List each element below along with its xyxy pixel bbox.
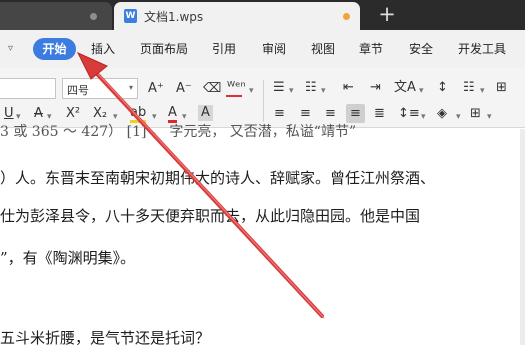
- grow-font-icon[interactable]: A⁺: [148, 81, 164, 97]
- document-text-line: ）人。东晋末至南朝宋初期伟大的诗人、辞赋家。曾任江州祭酒、: [0, 169, 436, 187]
- chevron-down-icon[interactable]: ▿: [8, 43, 13, 54]
- tab-status-dot: [90, 13, 97, 20]
- vertical-scrollbar[interactable]: [520, 129, 525, 345]
- document-text-line: 仕为彭泽县令，八十多天便弃职而去，从此归隐田园。他是中国: [0, 207, 421, 225]
- table-tools-icon[interactable]: ⊞: [496, 80, 507, 96]
- chevron-down-icon[interactable]: ▾: [487, 109, 492, 125]
- chevron-down-icon: ▾: [128, 83, 133, 92]
- toolbar-separator: [263, 80, 264, 122]
- shrink-font-icon[interactable]: A⁻: [176, 81, 192, 97]
- align-left-icon[interactable]: ≡: [274, 106, 285, 122]
- sort-icon[interactable]: ↕: [437, 80, 448, 96]
- distributed-align-icon[interactable]: ≣: [374, 106, 385, 122]
- tab-bar: W 文档1.wps +: [0, 0, 525, 30]
- chevron-down-icon[interactable]: ▾: [419, 83, 424, 99]
- menu-home[interactable]: 开始: [33, 38, 76, 60]
- new-tab-button[interactable]: +: [376, 3, 398, 25]
- numbered-list-icon[interactable]: ☷: [305, 80, 317, 96]
- chevron-down-icon[interactable]: ▾: [421, 109, 426, 125]
- menu-page-layout[interactable]: 页面布局: [140, 40, 188, 57]
- formatting-toolbar: 四号 ▾ A⁺ A⁻ ⌫ ᵂᵉⁿ ▾ ☰ ▾ ☷ ▾ ⇤ ⇥ 文A ▾ ↕ ☷ …: [0, 68, 525, 128]
- chevron-down-icon[interactable]: ▾: [249, 83, 254, 99]
- menu-section[interactable]: 章节: [359, 40, 383, 57]
- document-heading-line: 五斗米折腰，是气节还是托词？: [0, 329, 211, 345]
- decrease-indent-icon[interactable]: ⇤: [343, 80, 354, 96]
- menu-insert[interactable]: 插入: [91, 40, 115, 57]
- align-justify-icon[interactable]: ≡: [350, 106, 361, 122]
- bullet-list-icon[interactable]: ☰: [273, 80, 285, 96]
- char-shading-icon[interactable]: A: [198, 105, 213, 121]
- pinyin-underline: [226, 95, 242, 97]
- chevron-down-icon[interactable]: ▾: [321, 83, 326, 99]
- document-canvas[interactable]: 3 或 365 ～ 427） [1] ， 字元亮， 又否潜，私谥“靖节” ）人。…: [0, 124, 525, 345]
- clear-format-icon[interactable]: ⌫: [203, 81, 221, 97]
- line-spacing-icon[interactable]: ↕≡: [398, 106, 420, 122]
- font-size-select[interactable]: 四号 ▾: [62, 78, 138, 99]
- increase-indent-icon[interactable]: ⇥: [370, 80, 381, 96]
- chevron-down-icon[interactable]: ▾: [480, 83, 485, 99]
- unsaved-indicator-icon: [343, 13, 350, 20]
- chevron-down-icon[interactable]: ▾: [289, 83, 294, 99]
- align-right-icon[interactable]: ≡: [325, 106, 336, 122]
- wps-doc-icon: W: [124, 9, 137, 23]
- underline-icon[interactable]: U: [4, 106, 14, 122]
- strikethrough-icon[interactable]: A: [34, 106, 43, 122]
- menu-view[interactable]: 视图: [311, 40, 335, 57]
- tab-previous[interactable]: [0, 2, 112, 30]
- document-text-line: 3 或 365 ～ 427） [1] ， 字元亮， 又否潜，私谥“靖节”: [0, 124, 357, 140]
- superscript-icon[interactable]: X²: [66, 106, 80, 122]
- menu-security[interactable]: 安全: [409, 40, 433, 57]
- document-text-line: ”，有《陶渊明集》。: [0, 249, 136, 267]
- menu-developer-tools[interactable]: 开发工具: [458, 40, 506, 57]
- tab-title: 文档1.wps: [144, 10, 204, 24]
- paragraph-shading-icon[interactable]: ◈: [437, 106, 447, 122]
- menu-review[interactable]: 审阅: [262, 40, 286, 57]
- font-size-value: 四号: [67, 84, 89, 97]
- subscript-icon[interactable]: X₂: [93, 106, 107, 122]
- menu-references[interactable]: 引用: [212, 40, 236, 57]
- chevron-down-icon[interactable]: ▾: [456, 109, 461, 125]
- pinyin-guide-icon[interactable]: ᵂᵉⁿ: [227, 80, 246, 95]
- borders-icon[interactable]: ⊞: [470, 106, 481, 122]
- ribbon-menu: ▿ 开始 插入 页面布局 引用 审阅 视图 章节 安全 开发工具: [0, 30, 525, 68]
- line-break-icon[interactable]: ☷: [463, 80, 475, 96]
- align-center-icon[interactable]: ≡: [300, 106, 311, 122]
- font-family-select[interactable]: [0, 78, 56, 99]
- text-direction-icon[interactable]: 文A: [394, 80, 416, 96]
- tab-document[interactable]: W 文档1.wps: [114, 2, 360, 30]
